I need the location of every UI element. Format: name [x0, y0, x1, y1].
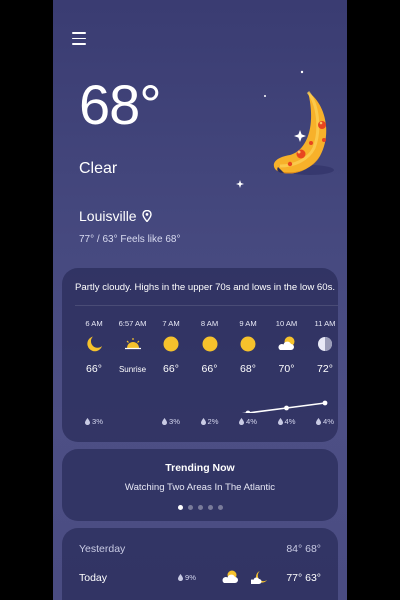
sun-icon [163, 336, 179, 352]
day-temps: 77° 63° [286, 572, 321, 584]
location-pin-icon [141, 210, 152, 222]
trend-point [322, 400, 328, 406]
hour-time: 9 AM [239, 319, 257, 328]
hour-temp: 66° [86, 363, 102, 375]
hour-time: 6 AM [85, 319, 103, 328]
hour-time: 10 AM [275, 319, 298, 328]
daily-row-yesterday[interactable]: Yesterday 84° 68° [79, 543, 321, 559]
moon-icon [87, 336, 102, 352]
sunrise-icon [124, 338, 141, 350]
raindrop-icon [316, 418, 321, 425]
raindrop-icon [239, 418, 244, 425]
partly-cloudy-icon [222, 570, 238, 583]
moon-icon [251, 571, 267, 584]
hour-rain: 3% [72, 417, 116, 426]
trend-point [245, 410, 251, 413]
hour-temp: Sunrise [118, 365, 147, 374]
pagination-dot[interactable] [207, 505, 213, 510]
partly-cloudy-icon [277, 336, 294, 350]
partly-sunny-icon [318, 337, 332, 351]
daily-row-today[interactable]: Today 9% 77° 63° [79, 570, 321, 588]
day-temps: 84° 68° [286, 543, 321, 555]
hour-temp: 70° [278, 363, 295, 375]
hour-temp: 72° [317, 363, 333, 375]
hour-rain: 2% [188, 417, 232, 426]
rain-chance: 9% [178, 573, 196, 582]
hourly-forecast-card[interactable]: Partly cloudy. Highs in the upper 70s an… [62, 268, 338, 442]
sun-icon [240, 336, 256, 352]
hour-rain: 3% [149, 417, 193, 426]
trending-card[interactable]: Trending Now Watching Two Areas In The A… [62, 449, 338, 521]
hour-time: 6:57 AM [118, 319, 147, 328]
weather-app-screen: 68° Clear Louisville 77° / 63° Feels lik… [53, 0, 347, 600]
day-label: Today [79, 572, 108, 584]
trend-line [241, 402, 326, 413]
trend-point [284, 405, 289, 411]
hour-rain: 4% [226, 417, 270, 426]
pagination-dot[interactable] [177, 505, 183, 510]
city-name: Louisville [79, 208, 137, 224]
hour-time: 8 AM [200, 319, 219, 328]
pagination-dot[interactable] [217, 505, 223, 510]
trending-title: Trending Now [165, 462, 235, 474]
day-label: Yesterday [79, 543, 126, 555]
raindrop-icon [178, 574, 183, 581]
hour-rain: 4% [303, 417, 338, 426]
hourly-list[interactable]: 6 AM 66° 3% 6:57 AM Sunrise 7 AM 66° 3% 8 AM 66° 2… [62, 268, 338, 442]
temperature-trend-line [241, 400, 328, 413]
hour-time: 11 AM [314, 319, 336, 328]
raindrop-icon [200, 418, 206, 425]
raindrop-icon [277, 418, 283, 425]
raindrop-icon [85, 418, 90, 425]
location-label[interactable]: Louisville [79, 208, 152, 224]
trending-subtitle[interactable]: Watching Two Areas In The Atlantic [62, 482, 338, 493]
hour-time: 7 AM [162, 319, 180, 328]
menu-icon[interactable] [72, 32, 86, 46]
raindrop-icon [162, 418, 167, 425]
current-temperature: 68° [79, 73, 162, 136]
hour-rain: 4% [265, 417, 309, 426]
moon-illustration [228, 60, 343, 198]
current-condition: Clear [79, 160, 118, 177]
pagination-dot[interactable] [197, 505, 203, 510]
carousel-pagination[interactable] [62, 505, 338, 510]
pagination-dot[interactable] [187, 505, 193, 510]
sun-icon [202, 336, 217, 352]
hour-temp: 66° [201, 363, 218, 375]
hour-temp: 68° [240, 363, 256, 375]
high-low-feels-like: 77° / 63° Feels like 68° [79, 234, 181, 245]
daily-forecast-card: Yesterday 84° 68° Today 9% 77° 63° [62, 528, 338, 600]
hour-temp: 66° [163, 363, 179, 375]
